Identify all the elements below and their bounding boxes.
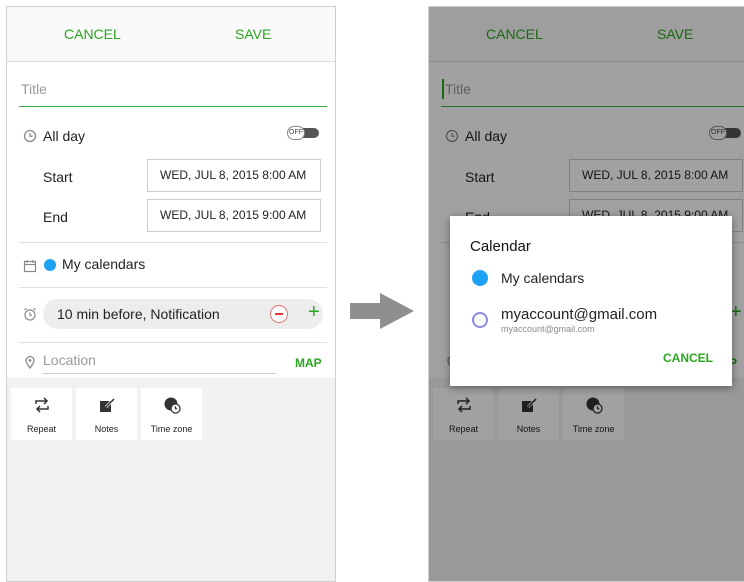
save-button[interactable]: SAVE bbox=[235, 26, 271, 42]
calendar-selector[interactable]: My calendars bbox=[62, 256, 145, 272]
dialog-cancel-button[interactable]: CANCEL bbox=[663, 351, 713, 365]
calendar-icon bbox=[23, 260, 37, 273]
start-date-field[interactable]: WED, JUL 8, 2015 8:00 AM bbox=[147, 159, 321, 192]
event-editor-screen: CANCEL SAVE Title All day OFF Start WED,… bbox=[6, 6, 336, 582]
toggle-knob: OFF bbox=[287, 126, 305, 140]
arrow-right-icon bbox=[350, 293, 414, 329]
cancel-button[interactable]: CANCEL bbox=[64, 26, 121, 42]
location-underline bbox=[43, 373, 276, 374]
calendar-color-dot bbox=[44, 259, 56, 271]
repeat-icon bbox=[35, 397, 49, 413]
map-button[interactable]: MAP bbox=[295, 356, 322, 370]
clock-icon bbox=[23, 129, 37, 143]
alarm-icon bbox=[24, 307, 36, 321]
dialog-title: Calendar bbox=[470, 238, 531, 255]
timezone-icon bbox=[164, 397, 181, 414]
calendar-option-account-subtitle: myaccount@gmail.com bbox=[501, 324, 595, 334]
location-input[interactable]: Location bbox=[43, 352, 96, 368]
start-label: Start bbox=[43, 169, 73, 185]
top-bar: CANCEL SAVE bbox=[7, 7, 335, 62]
reminder-text: 10 min before, Notification bbox=[57, 306, 220, 322]
option-tiles: Repeat Notes Time zone bbox=[7, 385, 335, 447]
reminder-chip[interactable]: 10 min before, Notification bbox=[43, 299, 323, 329]
repeat-tile[interactable]: Repeat bbox=[11, 388, 72, 440]
divider bbox=[19, 242, 327, 243]
all-day-toggle[interactable]: OFF bbox=[287, 126, 319, 140]
all-day-label: All day bbox=[43, 128, 86, 144]
calendar-option-account[interactable]: myaccount@gmail.com bbox=[501, 306, 657, 323]
end-label: End bbox=[43, 209, 68, 225]
radio-selected-icon[interactable] bbox=[472, 270, 488, 286]
calendar-option-my-calendars[interactable]: My calendars bbox=[501, 270, 584, 286]
add-reminder-icon[interactable]: + bbox=[308, 302, 320, 322]
notes-tile[interactable]: Notes bbox=[76, 388, 137, 440]
end-date-field[interactable]: WED, JUL 8, 2015 9:00 AM bbox=[147, 199, 321, 232]
notes-label: Notes bbox=[94, 424, 119, 434]
location-pin-icon bbox=[25, 355, 35, 369]
divider bbox=[19, 287, 327, 288]
notes-icon bbox=[100, 397, 116, 412]
remove-reminder-icon[interactable] bbox=[270, 305, 288, 323]
title-placeholder: Title bbox=[21, 81, 47, 97]
divider bbox=[19, 342, 327, 343]
timezone-tile[interactable]: Time zone bbox=[141, 388, 202, 440]
calendar-dialog: Calendar My calendars myaccount@gmail.co… bbox=[450, 216, 732, 386]
event-editor-screen-with-dialog: CANCEL SAVE Title All day OFF Start WED,… bbox=[428, 6, 744, 582]
timezone-label: Time zone bbox=[150, 424, 193, 434]
event-form: Title All day OFF Start WED, JUL 8, 2015… bbox=[7, 62, 335, 378]
title-input[interactable]: Title bbox=[19, 71, 327, 107]
radio-unselected-icon[interactable] bbox=[472, 312, 488, 328]
repeat-label: Repeat bbox=[26, 424, 57, 434]
